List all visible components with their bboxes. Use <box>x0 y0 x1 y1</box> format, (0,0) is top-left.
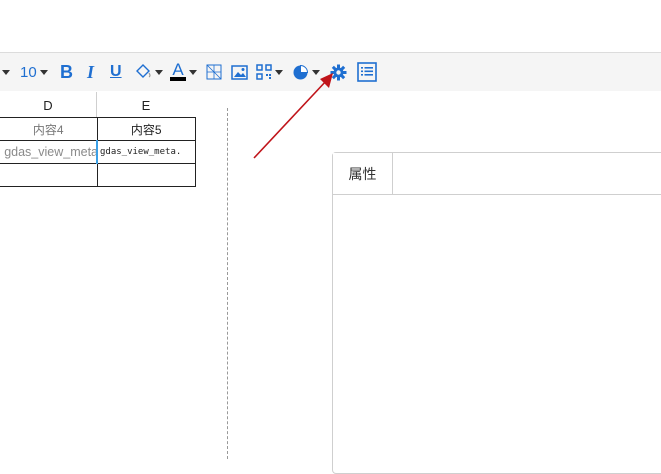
properties-panel: 属性 <box>332 152 661 474</box>
tab-properties[interactable]: 属性 <box>333 153 393 194</box>
properties-tab-bar: 属性 <box>333 153 661 195</box>
